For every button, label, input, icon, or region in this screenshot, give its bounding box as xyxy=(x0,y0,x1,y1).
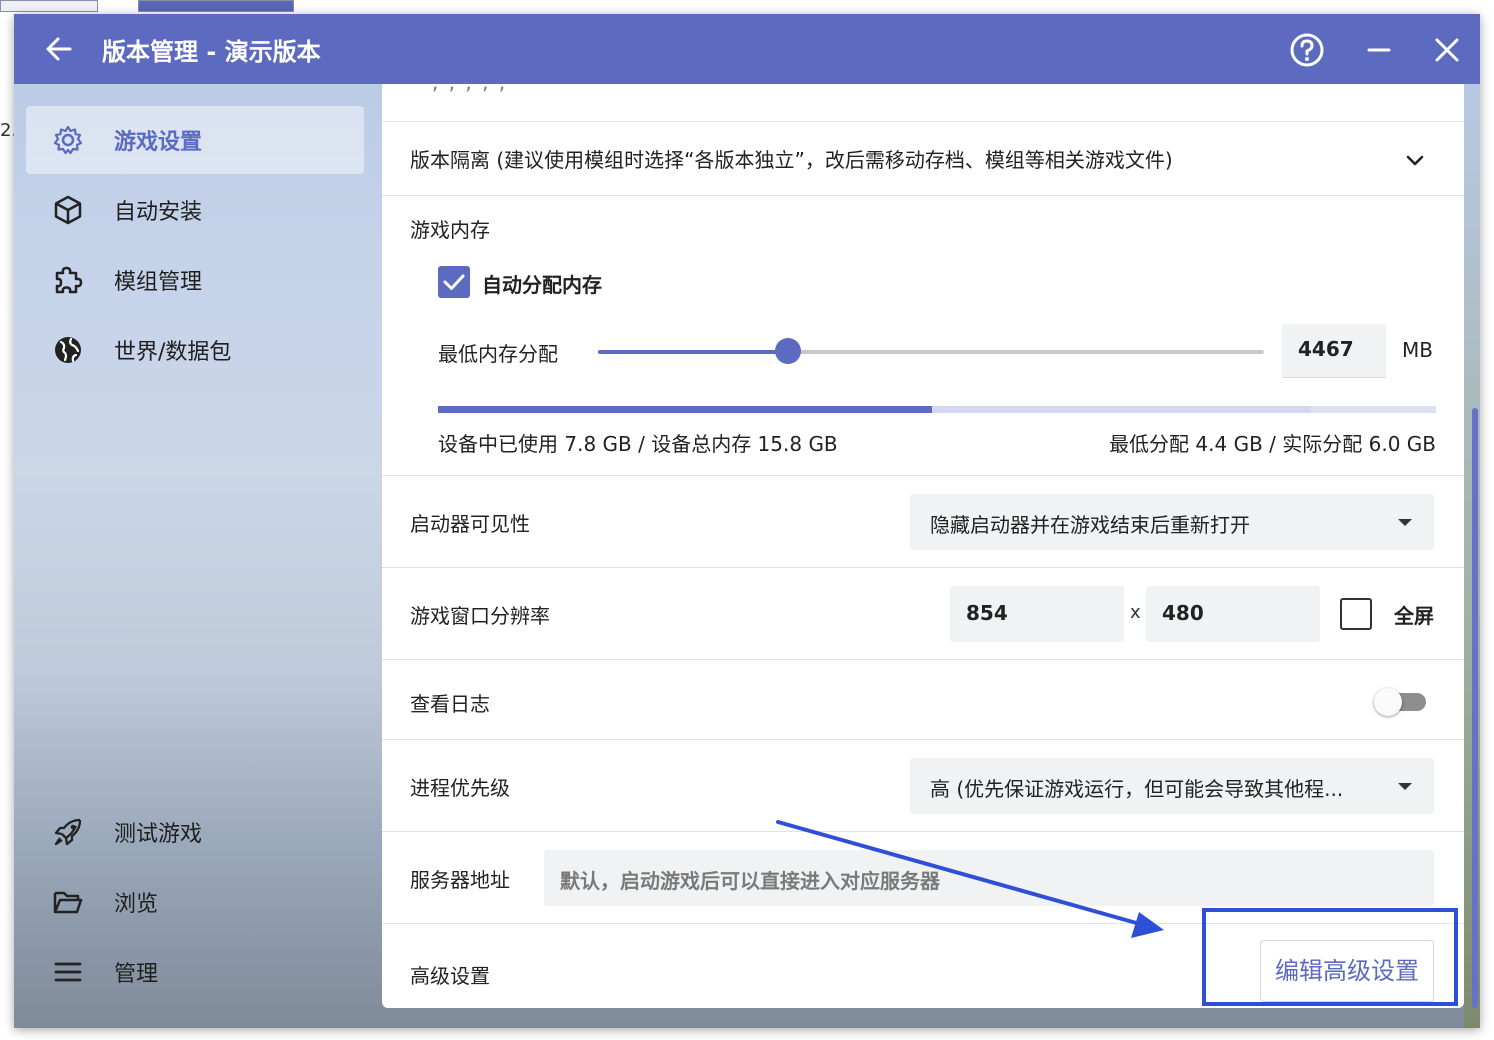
memory-unit: MB xyxy=(1402,338,1433,362)
slider-fill xyxy=(598,350,788,354)
caret-down-icon xyxy=(1398,783,1412,790)
server-address-label: 服务器地址 xyxy=(410,868,510,892)
resolution-row: 游戏窗口分辨率 854 x 480 全屏 xyxy=(382,568,1464,660)
annotation-highlight-box xyxy=(1202,908,1458,1006)
game-memory-section: 游戏内存 自动分配内存 最低内存分配 4467 MB 设备中已使用 7.8 GB… xyxy=(382,196,1464,476)
launcher-visibility-select[interactable]: 隐藏启动器并在游戏结束后重新打开 xyxy=(910,494,1434,550)
launcher-visibility-label: 启动器可见性 xyxy=(410,512,530,536)
sidebar-item-label: 模组管理 xyxy=(114,270,203,295)
background-window-thumbnail xyxy=(0,0,98,12)
version-manager-window: 版本管理 - 演示版本 游戏设置 自动安装 模组管理 世界/数据包 测试游戏 浏… xyxy=(14,14,1480,1028)
help-icon[interactable] xyxy=(1288,31,1326,69)
sidebar-item-auto-install[interactable]: 自动安装 xyxy=(26,176,364,244)
menu-icon xyxy=(54,962,82,982)
select-value: 高 (优先保证游戏运行，但可能会导致其他程... xyxy=(930,777,1344,801)
resolution-height-input[interactable]: 480 xyxy=(1146,586,1320,642)
settings-panel: , , , , , 版本隔离 (建议使用模组时选择“各版本独立”，改后需移动存档… xyxy=(382,84,1464,1008)
sidebar-item-test-game[interactable]: 测试游戏 xyxy=(26,798,364,866)
caret-down-icon xyxy=(1398,519,1412,526)
sidebar-item-mod-manager[interactable]: 模组管理 xyxy=(26,246,364,314)
auto-memory-label: 自动分配内存 xyxy=(482,273,602,297)
folder-icon xyxy=(53,891,83,914)
arrow-left-icon[interactable] xyxy=(40,30,78,68)
minimize-icon[interactable] xyxy=(1360,31,1398,69)
slider-handle[interactable] xyxy=(774,338,801,364)
title-bar: 版本管理 - 演示版本 xyxy=(14,14,1480,84)
globe-icon xyxy=(55,337,81,363)
process-priority-select[interactable]: 高 (优先保证游戏运行，但可能会导致其他程... xyxy=(910,758,1434,814)
memory-usage-text: 设备中已使用 7.8 GB / 设备总内存 15.8 GB xyxy=(438,432,838,456)
sidebar-item-worlds[interactable]: 世界/数据包 xyxy=(26,316,364,384)
fullscreen-checkbox[interactable] xyxy=(1340,598,1372,630)
memory-used-fill xyxy=(438,406,932,413)
resolution-width-input[interactable]: 854 xyxy=(950,586,1124,642)
min-memory-slider[interactable] xyxy=(598,350,1264,354)
previous-setting-row: , , , , , xyxy=(382,84,1464,122)
background-text: 2. xyxy=(0,120,18,141)
version-isolation-row[interactable]: 版本隔离 (建议使用模组时选择“各版本独立”，改后需移动存档、模组等相关游戏文件… xyxy=(382,122,1464,196)
sidebar-item-label: 管理 xyxy=(114,962,159,987)
process-priority-label: 进程优先级 xyxy=(410,776,510,800)
view-log-row: 查看日志 xyxy=(382,660,1464,740)
background-window-thumbnail xyxy=(138,0,294,12)
sidebar-item-label: 浏览 xyxy=(114,892,159,917)
toggle-knob[interactable] xyxy=(1374,688,1402,716)
process-priority-row: 进程优先级 高 (优先保证游戏运行，但可能会导致其他程... xyxy=(382,740,1464,832)
advanced-settings-label: 高级设置 xyxy=(410,964,490,988)
memory-allocation-text: 最低分配 4.4 GB / 实际分配 6.0 GB xyxy=(1109,432,1436,456)
close-icon[interactable] xyxy=(1428,31,1466,69)
sidebar-item-label: 测试游戏 xyxy=(114,822,203,847)
sidebar-item-label: 游戏设置 xyxy=(114,130,203,155)
min-memory-label: 最低内存分配 xyxy=(438,342,558,366)
sidebar: 游戏设置 自动安装 模组管理 世界/数据包 测试游戏 浏览 管理 xyxy=(14,84,382,1028)
puzzle-icon xyxy=(55,266,83,294)
scrollbar[interactable] xyxy=(1472,408,1478,1008)
fullscreen-label: 全屏 xyxy=(1394,604,1434,628)
sidebar-item-label: 世界/数据包 xyxy=(114,340,232,365)
server-address-input[interactable]: 默认，启动游戏后可以直接进入对应服务器 xyxy=(544,850,1434,906)
min-memory-input[interactable]: 4467 xyxy=(1282,324,1386,378)
rocket-icon xyxy=(54,818,82,846)
sidebar-item-label: 自动安装 xyxy=(114,200,203,225)
check-icon xyxy=(443,274,465,290)
clipped-text: , , , , , xyxy=(432,84,507,94)
version-isolation-label: 版本隔离 (建议使用模组时选择“各版本独立”，改后需移动存档、模组等相关游戏文件… xyxy=(410,148,1173,172)
sidebar-item-browse[interactable]: 浏览 xyxy=(26,868,364,936)
memory-usage-bar xyxy=(438,406,1436,413)
select-value: 隐藏启动器并在游戏结束后重新打开 xyxy=(930,513,1250,537)
view-log-label: 查看日志 xyxy=(410,692,490,716)
resolution-label: 游戏窗口分辨率 xyxy=(410,604,550,628)
auto-memory-checkbox[interactable] xyxy=(438,266,470,298)
resolution-separator: x xyxy=(1130,602,1141,623)
sidebar-item-game-settings[interactable]: 游戏设置 xyxy=(26,106,364,174)
chevron-down-icon[interactable] xyxy=(1400,146,1430,176)
cube-icon xyxy=(54,195,82,225)
game-memory-title: 游戏内存 xyxy=(410,218,490,242)
window-title: 版本管理 - 演示版本 xyxy=(102,38,321,66)
gear-icon xyxy=(53,125,83,155)
launcher-visibility-row: 启动器可见性 隐藏启动器并在游戏结束后重新打开 xyxy=(382,476,1464,568)
memory-allocated-fill xyxy=(932,406,1312,413)
sidebar-item-manage[interactable]: 管理 xyxy=(26,938,364,1006)
